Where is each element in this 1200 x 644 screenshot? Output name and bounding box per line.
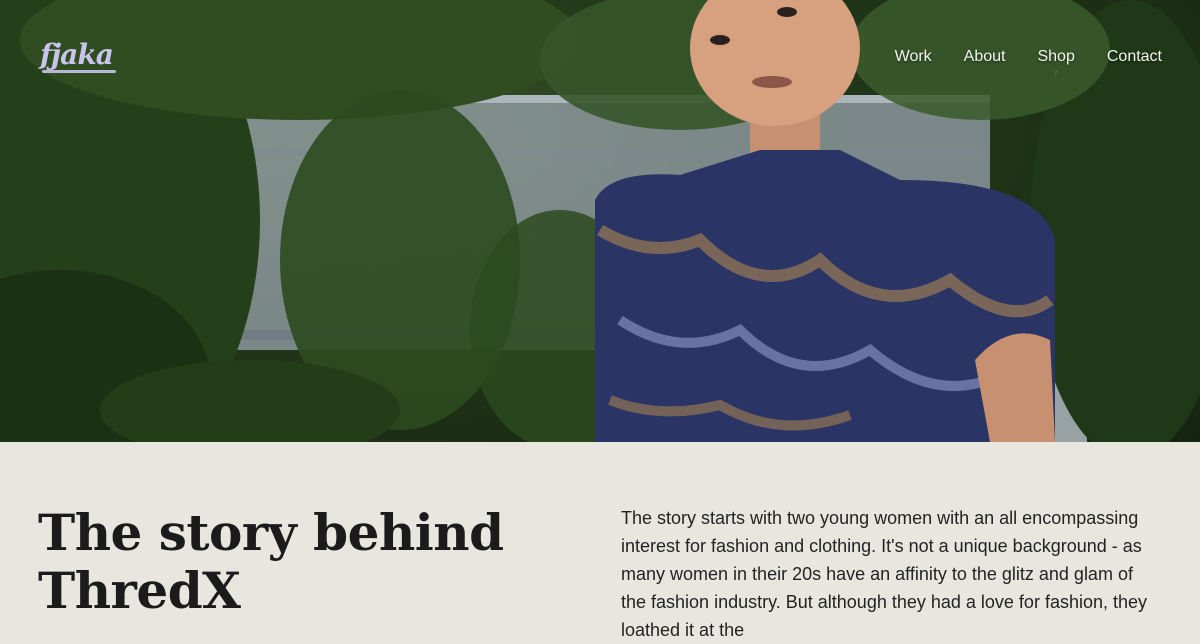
main-menu: Work About Shop Contact	[895, 48, 1162, 66]
nav-link-about[interactable]: About	[964, 48, 1006, 66]
story-section: The story behind ThredX The story starts…	[0, 442, 1200, 641]
nav-link-shop[interactable]: Shop	[1037, 48, 1074, 66]
story-paragraph: The story starts with two young women wi…	[621, 508, 1148, 640]
top-navigation: fjaka Work About Shop Contact	[0, 0, 1200, 110]
hero-image: fjaka Work About Shop Contact	[0, 0, 1200, 442]
nav-link-work[interactable]: Work	[895, 48, 932, 66]
logo-underline	[42, 70, 116, 73]
page-title: The story behind ThredX	[38, 503, 504, 620]
nav-link-contact[interactable]: Contact	[1107, 48, 1162, 66]
brand-logo[interactable]: fjaka	[40, 38, 114, 71]
